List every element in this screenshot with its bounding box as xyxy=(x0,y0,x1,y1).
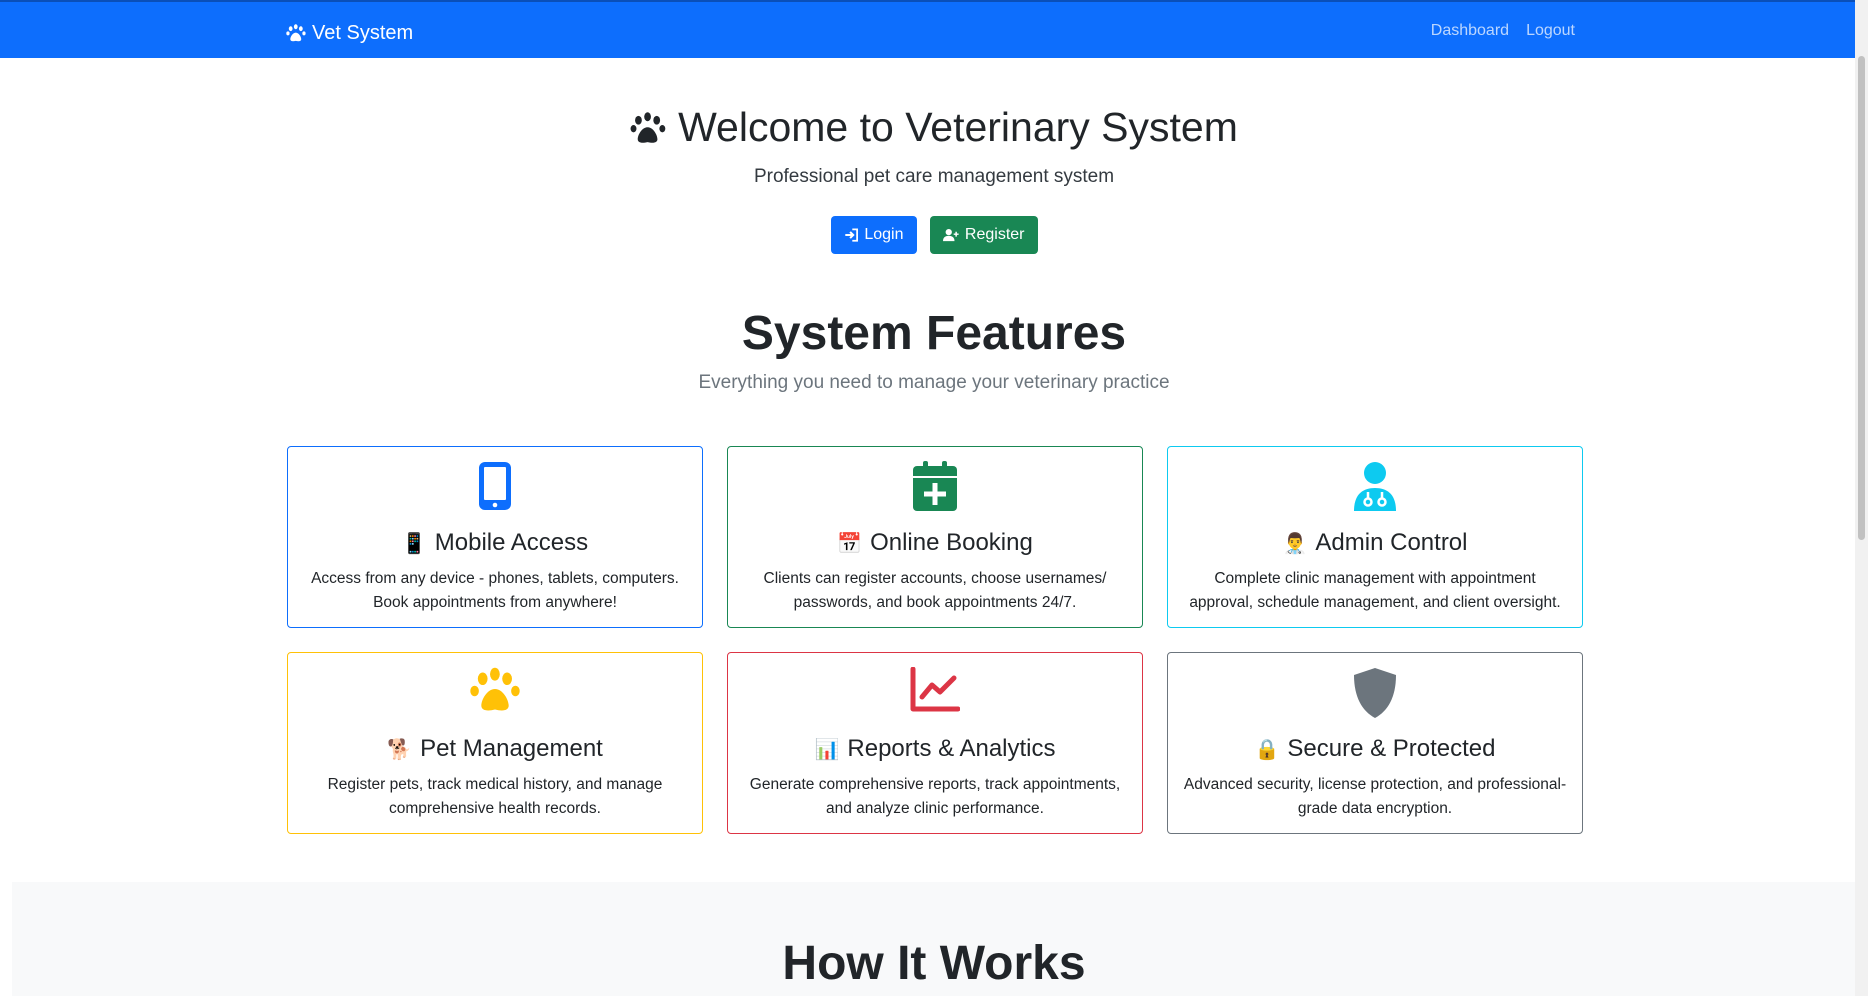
dog-emoji-icon: 🐕 xyxy=(387,738,413,761)
card-text: Advanced security, license protection, a… xyxy=(1183,776,1567,817)
hero-title-text: Welcome to Veterinary System xyxy=(678,104,1238,150)
paw-icon xyxy=(470,667,520,711)
feature-card-pets: 🐕 Pet Management Register pets, track me… xyxy=(287,652,703,834)
lock-emoji-icon: 🔒 xyxy=(1254,738,1280,761)
shield-icon xyxy=(1354,668,1396,718)
login-button[interactable]: Login xyxy=(830,216,917,254)
card-title: Online Booking xyxy=(870,529,1033,556)
card-title: Admin Control xyxy=(1315,529,1468,556)
user-doctor-icon xyxy=(1354,462,1396,511)
register-label: Register xyxy=(964,226,1025,243)
card-title: Secure & Protected xyxy=(1287,735,1496,762)
top-navbar: Vet System Dashboard Logout xyxy=(0,0,1868,58)
feature-card-security: 🔒 Secure & Protected Advanced security, … xyxy=(1167,652,1583,834)
card-title: Pet Management xyxy=(420,735,603,762)
mobile-emoji-icon: 📱 xyxy=(401,532,427,555)
hero-title: Welcome to Veterinary System xyxy=(0,104,1868,151)
card-text: Complete clinic management with appointm… xyxy=(1189,570,1561,611)
bar-chart-emoji-icon: 📊 xyxy=(814,738,840,761)
features-subtitle: Everything you need to manage your veter… xyxy=(698,372,1170,393)
features-title: System Features xyxy=(741,307,1127,360)
how-it-works-title: How It Works xyxy=(782,937,1086,990)
card-title: Reports & Analytics xyxy=(847,735,1056,762)
register-button[interactable]: Register xyxy=(929,216,1038,254)
doctor-emoji-icon: 👨‍⚕️ xyxy=(1282,532,1308,555)
calendar-emoji-icon: 📅 xyxy=(837,532,863,555)
card-title: Mobile Access xyxy=(434,529,589,556)
feature-card-reports: 📊 Reports & Analytics Generate comprehen… xyxy=(727,652,1143,834)
feature-card-mobile: 📱 Mobile Access Access from any device -… xyxy=(287,446,703,628)
feature-card-booking: 📅 Online Booking Clients can register ac… xyxy=(727,446,1143,628)
login-label: Login xyxy=(864,226,904,243)
hero-subtitle: Professional pet care management system xyxy=(753,166,1115,187)
brand-label: Vet System xyxy=(312,21,414,44)
nav-dashboard-link[interactable]: Dashboard xyxy=(1431,22,1509,40)
brand-link[interactable]: Vet System xyxy=(286,20,413,46)
card-text: Clients can register accounts, choose us… xyxy=(763,570,1107,611)
page-scrollbar[interactable] xyxy=(1855,0,1868,996)
paw-icon xyxy=(630,111,666,143)
paw-icon xyxy=(286,24,306,42)
card-text: Register pets, track medical history, an… xyxy=(327,776,663,817)
card-text: Access from any device - phones, tablets… xyxy=(311,570,679,611)
card-text: Generate comprehensive reports, track ap… xyxy=(749,776,1121,817)
mobile-icon xyxy=(479,462,511,510)
calendar-plus-icon xyxy=(913,461,957,511)
feature-card-admin: 👨‍⚕️ Admin Control Complete clinic manag… xyxy=(1167,446,1583,628)
chart-line-icon xyxy=(910,667,960,712)
sign-in-icon xyxy=(844,228,858,242)
scrollbar-thumb[interactable] xyxy=(1858,56,1865,540)
nav-logout-link[interactable]: Logout xyxy=(1526,22,1575,40)
user-plus-icon xyxy=(942,229,959,242)
